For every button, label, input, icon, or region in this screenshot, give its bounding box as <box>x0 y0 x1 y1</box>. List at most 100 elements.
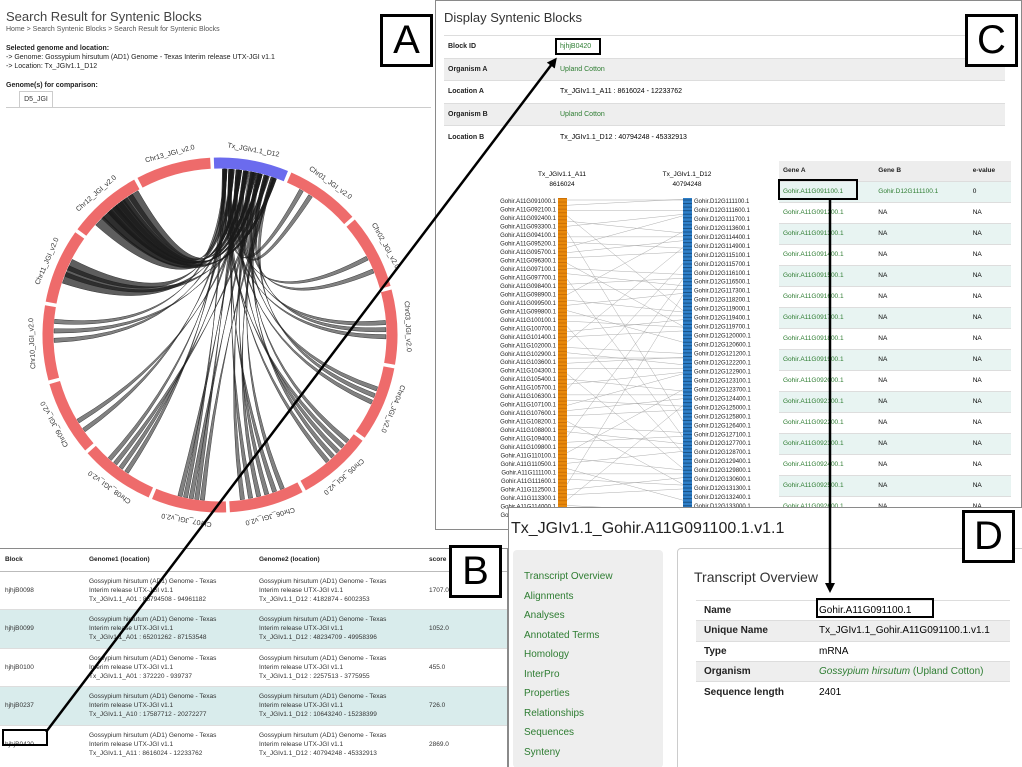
nav-item-homology[interactable]: Homology <box>524 649 569 660</box>
gene-a-label[interactable]: Gohir.A11G107100.1 <box>500 403 557 409</box>
gene-table-cell[interactable]: Gohir.A11G091900.1 <box>779 348 875 370</box>
gene-b-label[interactable]: Gohir.D12G123700.1 <box>694 387 751 393</box>
gene-b-label[interactable]: Gohir.D12G129800.1 <box>694 468 751 474</box>
gene-table-cell[interactable]: Gohir.A11G091700.1 <box>779 306 875 328</box>
block-id-link[interactable]: hjhjB0100 <box>0 647 84 687</box>
gene-table-cell[interactable]: Gohir.A11G091200.1 <box>779 201 875 223</box>
gene-table-cell[interactable]: Gohir.A11G091400.1 <box>779 243 875 265</box>
gene-b-label[interactable]: Gohir.D12G113600.1 <box>694 226 751 232</box>
gene-b-label[interactable]: Gohir.D12G115700.1 <box>694 262 751 268</box>
gene-a-label[interactable]: Gohir.A11G100100.1 <box>500 318 557 324</box>
gene-a-label[interactable]: Gohir.A11G103600.1 <box>500 360 557 366</box>
gene-a-label[interactable]: Gohir.A11G094100.1 <box>500 233 557 239</box>
gene-a-label[interactable]: Gohir.A11G097700.1 <box>500 275 557 281</box>
info-value[interactable]: Upland Cotton <box>556 102 1005 126</box>
gene-table-cell[interactable]: Gohir.D12G111100.1 <box>874 180 969 202</box>
gene-b-label[interactable]: Gohir.D12G111600.1 <box>694 208 750 214</box>
gene-b-label[interactable]: Gohir.D12G111700.1 <box>694 217 750 223</box>
gene-b-label[interactable]: Gohir.D12G125000.1 <box>694 405 751 411</box>
gene-table-cell[interactable]: Gohir.A11G091300.1 <box>779 222 875 244</box>
gene-b-label[interactable]: Gohir.D12G120600.1 <box>694 343 751 349</box>
nav-item-annotated-terms[interactable]: Annotated Terms <box>524 630 599 641</box>
gene-table-cell[interactable]: Gohir.A11G091500.1 <box>779 264 875 286</box>
nav-item-interpro[interactable]: InterPro <box>524 669 560 680</box>
nav-item-transcript-overview[interactable]: Transcript Overview <box>524 571 613 582</box>
gene-a-label[interactable]: Gohir.A11G102000.1 <box>500 343 557 349</box>
block-id-link[interactable]: hjhjB0237 <box>0 686 84 725</box>
info-value[interactable]: hjhjB0420 <box>556 35 1005 58</box>
gene-a-label[interactable]: Gohir.A11G111600.1 <box>501 479 557 485</box>
organism-common-name[interactable]: (Upland Cotton) <box>910 666 984 677</box>
gene-b-label[interactable]: Gohir.D12G127700.1 <box>694 441 751 447</box>
gene-a-label[interactable]: Gohir.A11G105400.1 <box>500 377 557 383</box>
gene-b-label[interactable]: Gohir.D12G119700.1 <box>694 325 751 331</box>
gene-a-label[interactable]: Gohir.A11G098400.1 <box>500 284 557 290</box>
gene-b-label[interactable]: Gohir.D12G115100.1 <box>694 253 751 259</box>
gene-b-label[interactable]: Gohir.D12G111100.1 <box>694 199 750 205</box>
gene-a-label[interactable]: Gohir.A11G097100.1 <box>500 267 557 273</box>
gene-a-label[interactable]: Gohir.A11G113300.1 <box>501 496 557 502</box>
gene-table-cell[interactable]: Gohir.A11G092400.1 <box>779 453 875 475</box>
gene-a-label[interactable]: Gohir.A11G107600.1 <box>500 411 557 417</box>
gene-b-label[interactable]: Gohir.D12G127100.1 <box>694 432 751 438</box>
gene-b-label[interactable]: Gohir.D12G124400.1 <box>694 396 751 402</box>
nav-item-sequences[interactable]: Sequences <box>524 727 574 738</box>
gene-a-label[interactable]: Gohir.A11G095200.1 <box>500 241 557 247</box>
gene-a-label[interactable]: Gohir.A11G100700.1 <box>500 326 557 332</box>
gene-table-cell[interactable]: Gohir.A11G092300.1 <box>779 432 875 454</box>
gene-b-label[interactable]: Gohir.D12G123100.1 <box>694 378 751 384</box>
nav-item-alignments[interactable]: Alignments <box>524 591 573 602</box>
gene-b-label[interactable]: Gohir.D12G117300.1 <box>694 289 751 295</box>
gene-table-cell[interactable]: Gohir.A11G092100.1 <box>779 390 875 412</box>
gene-a-label[interactable]: Gohir.A11G112500.1 <box>501 488 557 494</box>
block-id-link[interactable]: hjhjB0099 <box>0 609 84 648</box>
gene-b-label[interactable]: Gohir.D12G119400.1 <box>694 316 751 322</box>
gene-a-label[interactable]: Gohir.A11G099800.1 <box>500 309 557 315</box>
gene-b-label[interactable]: Gohir.D12G116100.1 <box>694 271 751 277</box>
gene-a-label[interactable]: Gohir.A11G106300.1 <box>500 394 557 400</box>
organism-species-link[interactable]: Gossypium hirsutum <box>819 666 910 677</box>
gene-a-label[interactable]: Gohir.A11G109800.1 <box>500 445 557 451</box>
gene-a-label[interactable]: Gohir.A11G099500.1 <box>500 301 557 307</box>
gene-b-label[interactable]: Gohir.D12G130600.1 <box>694 477 751 483</box>
breadcrumb[interactable]: Home > Search Syntenic Blocks > Search R… <box>6 26 220 33</box>
gene-b-label[interactable]: Gohir.D12G118200.1 <box>694 298 751 304</box>
nav-item-properties[interactable]: Properties <box>524 688 570 699</box>
gene-b-label[interactable]: Gohir.D12G119000.1 <box>694 307 751 313</box>
gene-a-label[interactable]: Gohir.A11G105700.1 <box>500 386 557 392</box>
gene-a-label[interactable]: Gohir.A11G101400.1 <box>500 335 557 341</box>
gene-a-label[interactable]: Gohir.A11G098900.1 <box>500 292 557 298</box>
gene-b-label[interactable]: Gohir.D12G128700.1 <box>694 450 751 456</box>
nav-item-relationships[interactable]: Relationships <box>524 708 584 719</box>
gene-a-label[interactable]: Gohir.A11G091000.1 <box>500 199 557 205</box>
gene-b-label[interactable]: Gohir.D12G122200.1 <box>694 360 751 366</box>
gene-b-label[interactable]: Gohir.D12G114400.1 <box>694 235 751 241</box>
gene-a-label[interactable]: Gohir.A11G110500.1 <box>501 462 557 468</box>
gene-b-label[interactable]: Gohir.D12G129400.1 <box>694 459 751 465</box>
gene-table-cell[interactable]: Gohir.A11G092200.1 <box>779 411 875 433</box>
gene-a-label[interactable]: Gohir.A11G109400.1 <box>500 437 557 443</box>
gene-a-label[interactable]: Gohir.A11G104300.1 <box>500 369 557 375</box>
gene-table-cell[interactable]: Gohir.A11G091800.1 <box>779 327 875 349</box>
gene-a-label[interactable]: Gohir.A11G108200.1 <box>500 420 557 426</box>
block-id-link[interactable]: hjhjB0098 <box>0 570 84 610</box>
gene-b-label[interactable]: Gohir.D12G132400.1 <box>694 495 751 501</box>
gene-table-cell[interactable]: Gohir.A11G092500.1 <box>779 474 875 496</box>
tab-d5-jgi[interactable]: D5_JGI <box>19 91 53 107</box>
gene-a-label[interactable]: Gohir.A11G111100.1 <box>501 471 556 477</box>
gene-b-label[interactable]: Gohir.D12G116500.1 <box>694 280 751 286</box>
gene-a-label[interactable]: Gohir.A11G096300.1 <box>500 258 557 264</box>
gene-a-label[interactable]: Gohir.A11G102900.1 <box>500 352 557 358</box>
gene-b-label[interactable]: Gohir.D12G114900.1 <box>694 244 751 250</box>
gene-a-label[interactable]: Gohir.A11G110100.1 <box>501 454 557 460</box>
gene-a-label[interactable]: Gohir.A11G092400.1 <box>500 216 557 222</box>
gene-b-label[interactable]: Gohir.D12G126400.1 <box>694 423 751 429</box>
nav-item-analyses[interactable]: Analyses <box>524 610 565 621</box>
gene-b-label[interactable]: Gohir.D12G125800.1 <box>694 414 751 420</box>
gene-b-label[interactable]: Gohir.D12G121200.1 <box>694 352 751 358</box>
gene-b-label[interactable]: Gohir.D12G131300.1 <box>694 486 751 492</box>
gene-table-cell[interactable]: Gohir.A11G091600.1 <box>779 285 875 307</box>
gene-b-label[interactable]: Gohir.D12G120000.1 <box>694 334 751 340</box>
gene-a-label[interactable]: Gohir.A11G093300.1 <box>500 224 557 230</box>
gene-a-label[interactable]: Gohir.A11G095700.1 <box>500 250 557 256</box>
